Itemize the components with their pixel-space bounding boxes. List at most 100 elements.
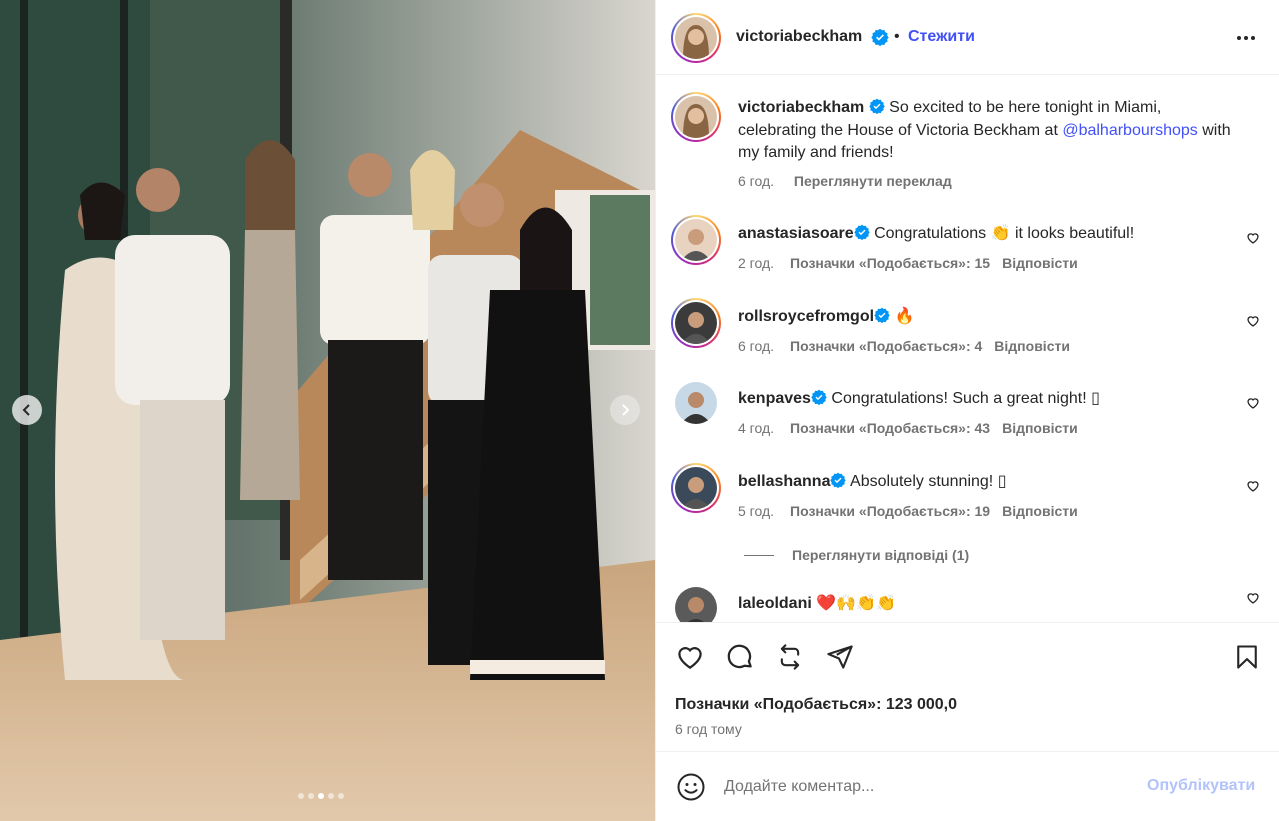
header-separator: • — [894, 28, 900, 45]
reply-button[interactable]: Відповісти — [1002, 420, 1078, 436]
comment-meta: 6 год. Позначки «Подобається»: 4 Відповіст… — [738, 338, 1082, 354]
carousel-dot — [338, 793, 344, 799]
publish-button[interactable]: Опублікувати — [1147, 777, 1255, 795]
comment-emoji: 🔥 — [894, 308, 915, 325]
more-options-button[interactable] — [1231, 28, 1261, 48]
reply-button[interactable]: Відповісти — [1002, 503, 1078, 519]
photo-illustration — [0, 0, 655, 821]
comment-meta: 5 год. Позначки «Подобається»: 19 Відповіс… — [738, 503, 1090, 519]
commenter-avatar[interactable] — [671, 463, 721, 513]
comment-likes[interactable]: Позначки «Подобається»: 15 — [790, 255, 990, 271]
carousel-dot — [328, 793, 334, 799]
verified-badge-icon — [811, 389, 827, 405]
comment-meta: 2 год. Позначки «Подобається»: 15 Відповіс… — [738, 255, 1090, 271]
avatar-photo — [675, 302, 717, 344]
next-photo-button[interactable] — [610, 395, 640, 425]
comment-icon — [727, 644, 752, 669]
comment-like-icon[interactable] — [1246, 479, 1260, 493]
verified-badge-icon — [830, 472, 847, 488]
smiley-icon[interactable] — [676, 772, 706, 802]
follow-button[interactable]: Стежити — [908, 28, 975, 46]
commenter-avatar[interactable] — [675, 587, 717, 622]
carousel-dot — [308, 793, 314, 799]
caption-time: 6 год. — [738, 173, 775, 189]
comment-text: rollsroycefromgol 🔥 — [738, 306, 1238, 329]
chevron-left-icon — [22, 404, 30, 416]
comment-text: kenpaves Congratulations! Such a great n… — [738, 388, 1238, 411]
comment-username[interactable]: anastasiasoare — [738, 225, 854, 242]
comment-emoji: ❤️🙌👏👏 — [816, 595, 896, 612]
verified-badge-icon — [871, 28, 889, 46]
comment-text: laleoldani ❤️🙌👏👏 — [738, 593, 1238, 616]
commenter-avatar[interactable] — [671, 215, 721, 265]
verified-badge-icon — [869, 98, 885, 114]
comment-body: Congratulations! Such a great night! — [826, 390, 1092, 407]
author-avatar[interactable] — [671, 13, 721, 63]
caption-author-avatar[interactable] — [671, 92, 721, 142]
view-replies-button[interactable]: Переглянути відповіді (1) — [744, 547, 969, 563]
caption-username[interactable]: victoriabeckham — [738, 99, 864, 116]
comment-like-icon[interactable] — [1246, 396, 1260, 410]
author-username[interactable]: victoriabeckham — [736, 28, 862, 46]
like-button[interactable] — [674, 641, 706, 673]
commenter-avatar[interactable] — [671, 298, 721, 348]
post-time: 6 год тому — [675, 721, 742, 737]
repost-button[interactable] — [774, 641, 806, 673]
comment-like-icon[interactable] — [1246, 591, 1260, 605]
reply-button[interactable]: Відповісти — [1002, 255, 1078, 271]
commenter-avatar[interactable] — [675, 382, 717, 424]
post-dialog: victoriabeckham • Стежити victoriabeckha… — [0, 0, 1279, 821]
comment-time: 4 год. — [738, 420, 775, 436]
comment-body: Congratulations — [869, 225, 991, 242]
comment-username[interactable]: kenpaves — [738, 390, 811, 407]
comment-username[interactable]: rollsroycefromgol — [738, 308, 874, 325]
comment-likes[interactable]: Позначки «Подобається»: 19 — [790, 503, 990, 519]
comment-time: 6 год. — [738, 338, 775, 354]
comment-emoji: ▯ — [997, 473, 1007, 490]
more-dot-icon — [1244, 36, 1248, 40]
comment-emoji: 👏 — [990, 225, 1011, 242]
verified-badge-icon — [874, 307, 890, 323]
comment-text: anastasiasoare Congratulations 👏 it look… — [738, 223, 1238, 246]
translate-button[interactable]: Переглянути переклад — [794, 173, 952, 189]
comment-meta: 4 год. Позначки «Подобається»: 43 Відповіс… — [738, 420, 1090, 436]
repost-icon — [780, 644, 800, 670]
more-dot-icon — [1237, 36, 1241, 40]
more-dot-icon — [1251, 36, 1255, 40]
comment-text: bellashanna Absolutely stunning! ▯ — [738, 471, 1238, 494]
comment-like-icon[interactable] — [1246, 314, 1260, 328]
reply-button[interactable]: Відповісти — [994, 338, 1070, 354]
comment-input[interactable] — [724, 774, 1124, 800]
save-button[interactable] — [1231, 641, 1263, 673]
avatar-photo — [675, 219, 717, 261]
comment-button[interactable] — [724, 641, 756, 673]
avatar-photo — [675, 17, 717, 59]
replies-divider — [744, 554, 774, 556]
previous-photo-button[interactable] — [12, 395, 42, 425]
comment-likes[interactable]: Позначки «Подобається»: 4 — [790, 338, 982, 354]
comment-body: Absolutely stunning! — [846, 473, 998, 490]
share-button[interactable] — [824, 641, 856, 673]
comment-body-end: it looks beautiful! — [1010, 225, 1135, 242]
post-photo — [0, 0, 655, 821]
verified-badge-icon — [853, 224, 870, 240]
bookmark-icon — [1237, 645, 1257, 669]
likes-count[interactable]: Позначки «Подобається»: 123 000,0 — [675, 696, 957, 714]
avatar-photo — [675, 467, 717, 509]
caption-text: victoriabeckham So excited to be here to… — [738, 97, 1238, 165]
comment-username[interactable]: bellashanna — [738, 473, 830, 490]
comment-time: 2 год. — [738, 255, 775, 271]
carousel-dot — [318, 793, 324, 799]
view-replies-label: Переглянути відповіді (1) — [792, 547, 970, 563]
post-actions: Позначки «Подобається»: 123 000,0 6 год … — [656, 622, 1279, 752]
avatar-photo — [675, 587, 717, 622]
comment-username[interactable]: laleoldani — [738, 595, 812, 612]
caption-mention-link[interactable]: @balharbourshops — [1062, 122, 1197, 139]
comment-like-icon[interactable] — [1246, 231, 1260, 245]
comment-emoji: ▯ — [1091, 390, 1100, 407]
caption-meta: 6 год. Переглянути переклад — [738, 173, 964, 189]
comments-list: victoriabeckham So excited to be here to… — [656, 75, 1279, 622]
comment-likes[interactable]: Позначки «Подобається»: 43 — [790, 420, 990, 436]
comment-time: 5 год. — [738, 503, 775, 519]
heart-icon — [678, 647, 702, 669]
